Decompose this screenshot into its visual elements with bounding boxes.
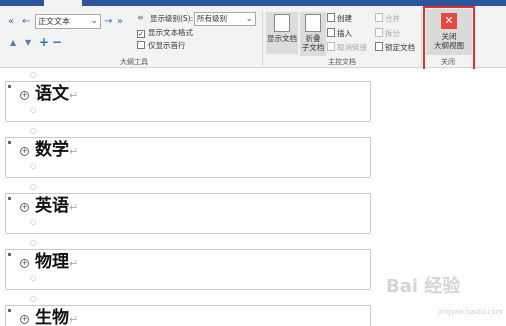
- paragraph-dot: ○: [30, 239, 37, 247]
- collapse-document-icon: [305, 14, 321, 32]
- lock-document-button[interactable]: 锁定文档: [375, 42, 415, 53]
- unlink-icon: [327, 42, 335, 51]
- show-document-button[interactable]: 显示文档: [266, 12, 298, 54]
- heading-marker: [8, 309, 11, 312]
- demote-icon[interactable]: →: [104, 17, 112, 27]
- create-icon: [327, 13, 335, 22]
- show-first-line-only-checkbox[interactable]: 仅显示首行: [137, 41, 186, 51]
- paragraph-dot: ○: [30, 71, 37, 79]
- group-divider: [421, 10, 422, 66]
- expand-icon[interactable]: +: [39, 36, 49, 48]
- move-down-icon[interactable]: ▼: [25, 39, 31, 47]
- heading-marker: [8, 197, 11, 200]
- paragraph-dot: ○: [30, 127, 37, 135]
- demote-to-body-icon[interactable]: »: [117, 17, 123, 27]
- document-icon: [274, 14, 290, 32]
- watermark-logo: Bai 经验: [386, 276, 461, 297]
- watermark-url: jingyan.baidu.com: [438, 308, 503, 316]
- unlink-button[interactable]: 取消链接: [327, 42, 367, 53]
- heading-marker: [8, 85, 11, 88]
- create-button[interactable]: 创建: [327, 13, 352, 24]
- merge-button[interactable]: 合并: [375, 13, 400, 24]
- paragraph-dot: ○: [30, 162, 37, 170]
- paragraph-dot: ○: [30, 106, 37, 114]
- expand-heading-icon[interactable]: +: [20, 91, 29, 100]
- show-level-select[interactable]: 所有级别 ⌄: [194, 12, 256, 26]
- split-button[interactable]: 拆分: [375, 28, 400, 39]
- outline-tools-group-label: 大纲工具: [120, 58, 148, 66]
- heading-marker: [8, 141, 11, 144]
- promote-icon[interactable]: ←: [22, 17, 30, 27]
- paragraph-dot: ○: [30, 183, 37, 191]
- collapse-icon[interactable]: −: [52, 36, 62, 48]
- show-level-label: 显示级别(S):: [150, 14, 194, 23]
- checkmark-icon: ✓: [137, 30, 145, 38]
- merge-icon: [375, 13, 383, 22]
- heading-text: 物理↵: [35, 252, 79, 272]
- outline-heading-row[interactable]: + 数学↵ ○: [5, 137, 371, 178]
- red-highlight-box: [423, 6, 475, 74]
- outline-heading-row[interactable]: + 生物↵: [5, 305, 371, 326]
- expand-heading-icon[interactable]: +: [20, 203, 29, 212]
- master-document-group-label: 主控文档: [328, 58, 356, 66]
- outline-heading-row[interactable]: + 物理↵ ○: [5, 249, 371, 290]
- outline-level-select[interactable]: 正文文本 ⌄: [35, 14, 101, 29]
- expand-heading-icon[interactable]: +: [20, 147, 29, 156]
- paragraph-dot: ○: [30, 295, 37, 303]
- heading-text: 生物↵: [35, 308, 79, 326]
- paragraph-dot: ○: [30, 218, 37, 226]
- insert-button[interactable]: 插入: [327, 28, 352, 39]
- collapse-subdocuments-button[interactable]: 折叠 子文档: [300, 12, 326, 56]
- expand-heading-icon[interactable]: +: [20, 259, 29, 268]
- heading-text: 英语↵: [35, 196, 79, 216]
- chevron-down-icon: ⌄: [245, 14, 253, 24]
- group-divider: [262, 10, 263, 66]
- active-tab-outline[interactable]: [44, 0, 82, 6]
- expand-heading-icon[interactable]: +: [20, 315, 29, 324]
- show-level-icon: ≡: [137, 13, 144, 22]
- show-text-format-checkbox[interactable]: ✓ 显示文本格式: [137, 28, 193, 38]
- chevron-down-icon: ⌄: [90, 16, 98, 26]
- paragraph-dot: ○: [30, 274, 37, 282]
- insert-icon: [327, 28, 335, 37]
- lock-icon: [375, 42, 383, 51]
- outline-heading-row[interactable]: + 语文↵ ○: [5, 81, 371, 122]
- heading-text: 语文↵: [35, 84, 79, 104]
- heading-marker: [8, 253, 11, 256]
- heading-text: 数学↵: [35, 140, 79, 160]
- split-icon: [375, 28, 383, 37]
- move-up-icon[interactable]: ▲: [10, 39, 16, 47]
- promote-to-heading1-icon[interactable]: «: [8, 17, 14, 27]
- outline-heading-row[interactable]: + 英语↵ ○: [5, 193, 371, 234]
